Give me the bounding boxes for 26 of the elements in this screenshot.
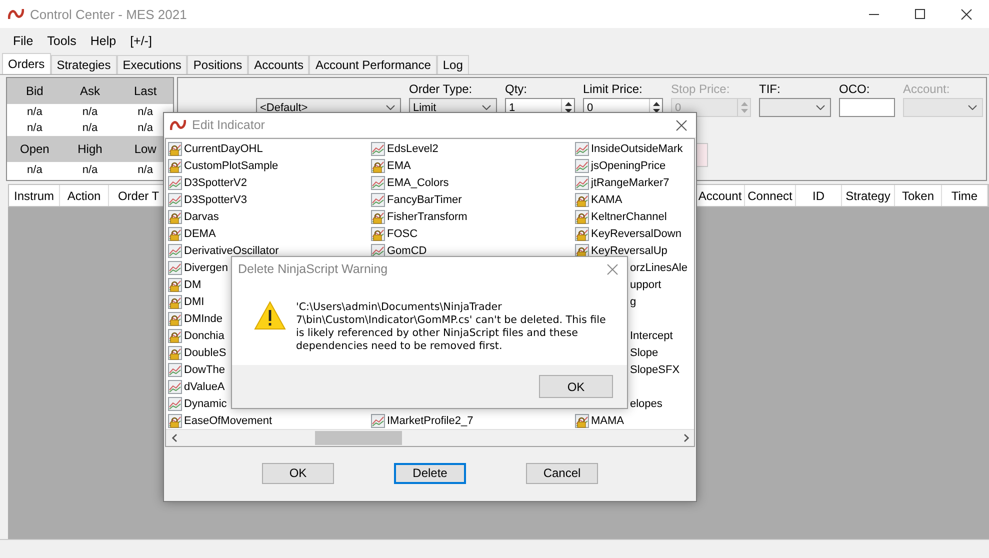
column-header: High [76,142,104,156]
field-label: Account: [903,82,951,96]
dialog-title: Edit Indicator [192,118,266,132]
window-title: Control Center - MES 2021 [30,6,188,22]
table-cell-text: n/a [136,164,154,176]
column-header: Last [132,84,158,98]
table-cell-text: n/a [81,164,99,176]
table-cell-text: n/a [26,122,44,134]
field-label: Order Type: [409,82,474,96]
column-header: Low [133,142,158,156]
field-label: Qty: [505,82,528,96]
table-cell-text: n/a [136,106,154,118]
column-header: Open [18,142,50,156]
table-cell-text: n/a [26,106,44,118]
field-label: Stop Price: [671,82,731,96]
table-cell-text: n/a [81,122,99,134]
column-header: Bid [24,84,44,98]
field-label: Limit Price: [583,82,644,96]
table-cell-text: n/a [136,122,154,134]
warning-message: 'C:\Users\admin\Documents\NinjaTrader 7\bin\Custom\Indicator\GomMP.cs' can't be deleted. This file is likely referenced by other NinjaScript files and these dependencies need to be removed first. [296,301,607,353]
field-label: OCO: [839,82,871,96]
table-cell-text: n/a [81,106,99,118]
dialog-title: Delete NinjaScript Warning [238,262,389,276]
field-label: TIF: [759,82,782,96]
column-header: Ask [78,84,101,98]
table-cell-text: n/a [26,164,44,176]
